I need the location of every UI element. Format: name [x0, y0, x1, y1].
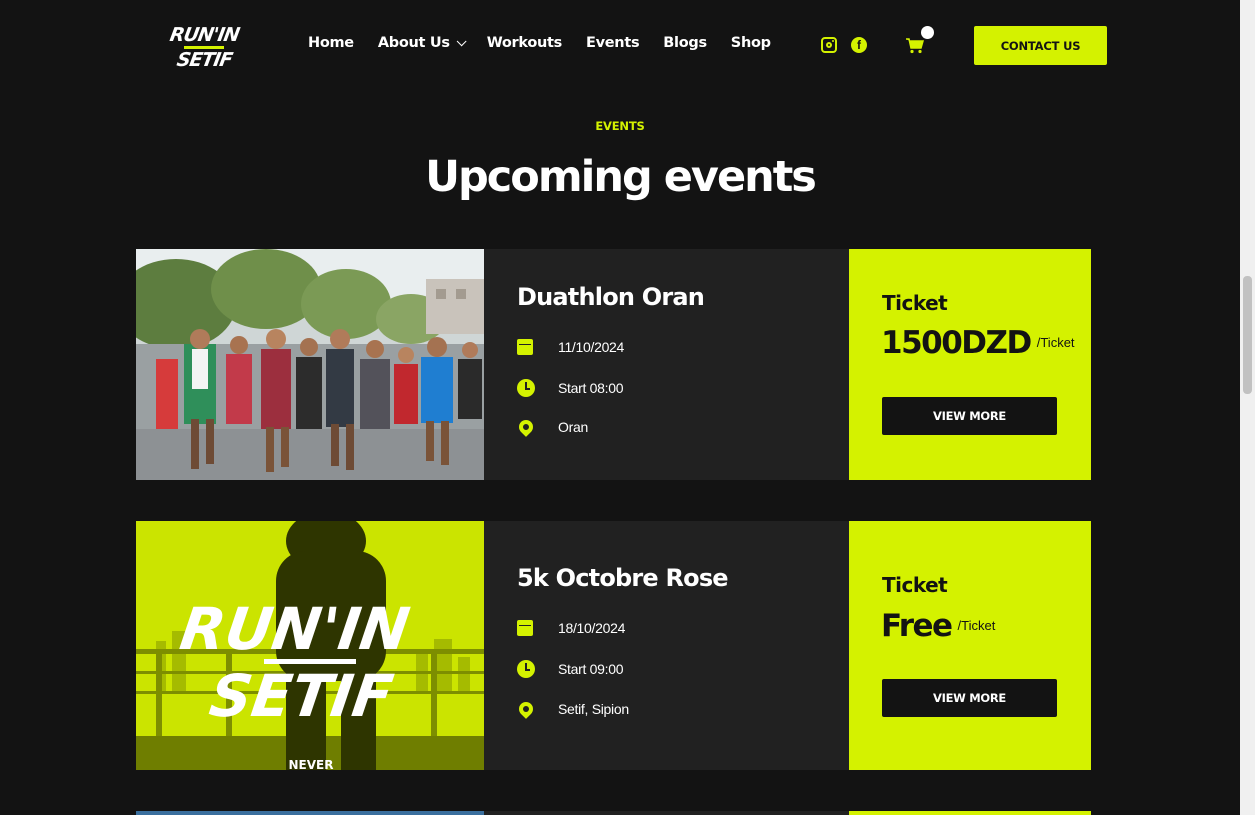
- nav-workouts[interactable]: Workouts: [486, 35, 563, 51]
- nav-blogs-label: Blogs: [663, 35, 707, 51]
- poster-logo-line1: RUN'IN: [176, 595, 414, 663]
- ticket-per: /Ticket: [1036, 335, 1075, 350]
- event-image[interactable]: RUN'IN SETIF NEVER: [136, 521, 484, 770]
- ticket-price: 1500DZD: [881, 325, 1032, 361]
- ticket-panel: Ticket Free /Ticket VIEW MORE: [849, 521, 1091, 770]
- logo-line1: RUN'IN: [167, 23, 241, 46]
- view-more-button[interactable]: VIEW MORE: [882, 397, 1057, 435]
- event-image[interactable]: [136, 249, 484, 480]
- chevron-down-icon: [456, 35, 467, 46]
- cart-icon-svg: [906, 38, 924, 54]
- ticket-per: /Ticket: [957, 618, 996, 633]
- event-details: 5k Octobre Rose 18/10/2024 Start 09:00 S…: [484, 521, 849, 770]
- calendar-icon: [517, 339, 533, 355]
- page-scrollbar[interactable]: [1240, 0, 1255, 815]
- event-time: Start 08:00: [558, 380, 624, 396]
- calendar-icon: [517, 620, 533, 636]
- nav-shop[interactable]: Shop: [731, 35, 771, 51]
- event-title[interactable]: 5k Octobre Rose: [517, 564, 729, 592]
- logo-line2: SETIF: [174, 48, 234, 71]
- instagram-icon[interactable]: [821, 37, 837, 53]
- ticket-price-wrap: Free /Ticket: [881, 608, 995, 644]
- event-card: Duathlon Oran 11/10/2024 Start 08:00 Ora…: [136, 249, 1091, 480]
- ticket-label: Ticket: [882, 291, 948, 315]
- event-location-row: Setif, Sipion: [516, 699, 629, 719]
- event-location-row: Oran: [516, 417, 588, 437]
- nav-blogs[interactable]: Blogs: [663, 35, 707, 51]
- location-pin-icon: [516, 699, 536, 719]
- poster-logo-line2: SETIF: [206, 662, 398, 730]
- event-time-row: Start 08:00: [517, 379, 624, 397]
- ticket-panel: Ticket 1500DZD /Ticket VIEW MORE: [849, 249, 1091, 480]
- view-more-button[interactable]: VIEW MORE: [882, 679, 1057, 717]
- event-time: Start 09:00: [558, 661, 624, 677]
- facebook-icon[interactable]: f: [851, 37, 867, 53]
- site-logo[interactable]: RUN'IN SETIF: [168, 20, 241, 74]
- scrollbar-thumb[interactable]: [1243, 276, 1252, 394]
- page: RUN'IN SETIF Home About Us Workouts Even…: [0, 0, 1240, 815]
- nav-about-us[interactable]: About Us: [377, 35, 467, 51]
- nav-shop-label: Shop: [730, 35, 771, 51]
- nav-about-label: About Us: [377, 35, 450, 51]
- runin-setif-poster: RUN'IN SETIF NEVER: [136, 521, 484, 770]
- cart-icon[interactable]: [906, 38, 924, 54]
- runners-photo: [136, 249, 484, 480]
- event-date-row: 18/10/2024: [517, 620, 625, 636]
- ticket-panel: [849, 811, 1091, 815]
- clock-icon: [517, 660, 535, 678]
- contact-us-button[interactable]: CONTACT US: [974, 26, 1107, 65]
- clock-icon: [517, 379, 535, 397]
- nav-home[interactable]: Home: [308, 35, 354, 51]
- nav-events[interactable]: Events: [586, 35, 640, 51]
- event-location: Oran: [558, 419, 588, 435]
- event-card: RUN'IN SETIF NEVER 5k Octobre Rose 18/10…: [136, 521, 1091, 770]
- section-eyebrow: EVENTS: [595, 119, 645, 133]
- event-image[interactable]: [136, 811, 484, 815]
- section-title: Upcoming events: [425, 152, 817, 202]
- site-header: RUN'IN SETIF Home About Us Workouts Even…: [0, 0, 1240, 92]
- main-nav: Home About Us Workouts Events Blogs Shop: [308, 35, 795, 51]
- ticket-price: Free: [881, 608, 953, 644]
- event-card: [136, 811, 1091, 815]
- event-time-row: Start 09:00: [517, 660, 624, 678]
- event-date: 11/10/2024: [558, 339, 625, 355]
- event-location: Setif, Sipion: [558, 701, 629, 717]
- ticket-price-wrap: 1500DZD /Ticket: [881, 325, 1075, 361]
- event-date: 18/10/2024: [558, 620, 626, 636]
- nav-workouts-label: Workouts: [486, 35, 563, 51]
- event-details: [484, 811, 849, 815]
- location-pin-icon: [516, 417, 536, 437]
- ticket-label: Ticket: [882, 573, 948, 597]
- nav-events-label: Events: [586, 35, 640, 51]
- nav-home-label: Home: [308, 35, 354, 51]
- event-title[interactable]: Duathlon Oran: [517, 283, 705, 311]
- poster-tagline: NEVER: [289, 758, 334, 770]
- event-details: Duathlon Oran 11/10/2024 Start 08:00 Ora…: [484, 249, 849, 480]
- event-date-row: 11/10/2024: [517, 339, 624, 355]
- cart-count-badge: [921, 26, 934, 39]
